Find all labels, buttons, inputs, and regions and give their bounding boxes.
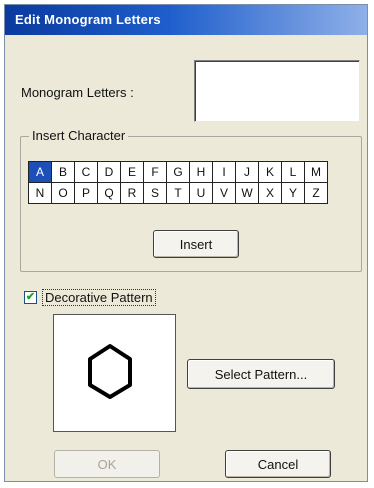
letter-cell-u[interactable]: U [190, 183, 213, 204]
letter-cell-k[interactable]: K [259, 162, 282, 183]
letter-cell-b[interactable]: B [52, 162, 75, 183]
letter-cell-e[interactable]: E [121, 162, 144, 183]
select-pattern-button[interactable]: Select Pattern... [187, 359, 335, 389]
letter-cell-j[interactable]: J [236, 162, 259, 183]
cancel-button[interactable]: Cancel [225, 450, 331, 478]
letter-cell-i[interactable]: I [213, 162, 236, 183]
hexagon-pattern-icon [88, 344, 132, 399]
letter-cell-a[interactable]: A [29, 162, 52, 183]
character-grid: ABCDEFGHIJKLM NOPQRSTUVWXYZ [28, 161, 328, 204]
monogram-letters-label: Monogram Letters : [21, 85, 134, 100]
letter-cell-t[interactable]: T [167, 183, 190, 204]
letter-cell-q[interactable]: Q [98, 183, 121, 204]
letter-cell-y[interactable]: Y [282, 183, 305, 204]
insert-button[interactable]: Insert [153, 230, 239, 258]
monogram-letters-input[interactable] [194, 60, 360, 122]
ok-button[interactable]: OK [54, 450, 160, 478]
decorative-pattern-checkbox[interactable]: ✔ [24, 291, 37, 304]
letter-cell-l[interactable]: L [282, 162, 305, 183]
letter-cell-z[interactable]: Z [305, 183, 328, 204]
letter-cell-o[interactable]: O [52, 183, 75, 204]
check-icon: ✔ [25, 291, 36, 303]
window-title: Edit Monogram Letters [15, 12, 161, 27]
letter-cell-m[interactable]: M [305, 162, 328, 183]
letter-cell-x[interactable]: X [259, 183, 282, 204]
letter-cell-f[interactable]: F [144, 162, 167, 183]
decorative-pattern-label[interactable]: Decorative Pattern [42, 289, 156, 306]
letter-cell-w[interactable]: W [236, 183, 259, 204]
letter-cell-s[interactable]: S [144, 183, 167, 204]
letter-cell-c[interactable]: C [75, 162, 98, 183]
edit-monogram-dialog: Edit Monogram Letters Monogram Letters :… [4, 4, 368, 482]
letter-cell-d[interactable]: D [98, 162, 121, 183]
letter-cell-g[interactable]: G [167, 162, 190, 183]
insert-character-legend: Insert Character [29, 128, 129, 143]
letter-cell-v[interactable]: V [213, 183, 236, 204]
letter-cell-r[interactable]: R [121, 183, 144, 204]
letter-cell-h[interactable]: H [190, 162, 213, 183]
letter-cell-p[interactable]: P [75, 183, 98, 204]
letter-cell-n[interactable]: N [29, 183, 52, 204]
pattern-preview [53, 314, 176, 432]
title-bar[interactable]: Edit Monogram Letters [5, 5, 367, 35]
